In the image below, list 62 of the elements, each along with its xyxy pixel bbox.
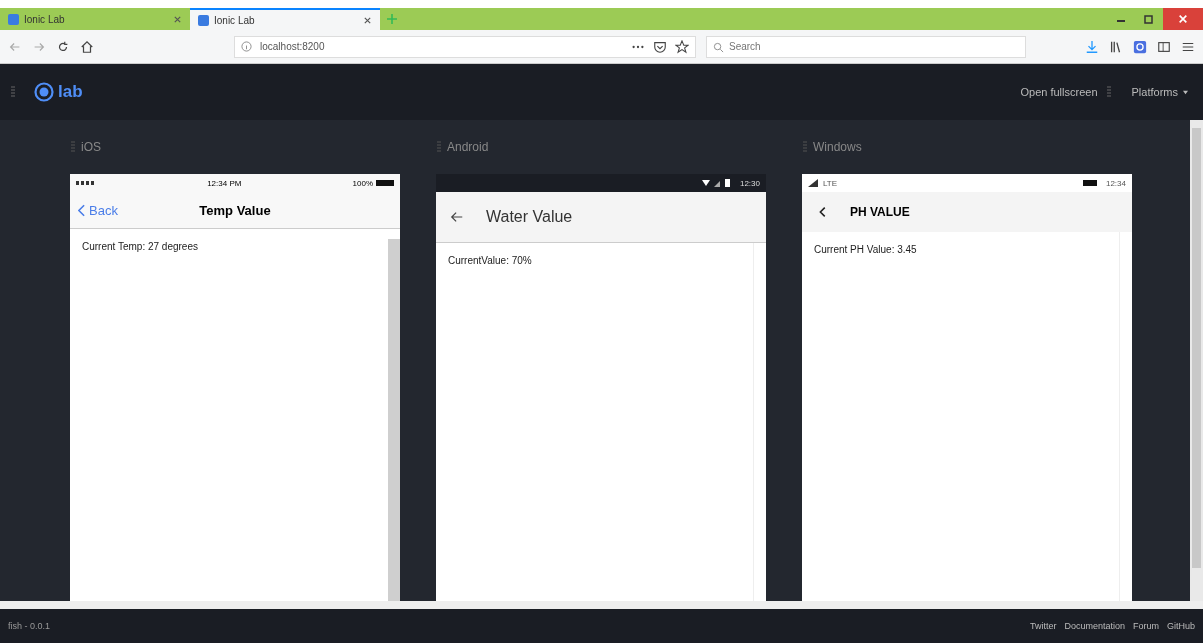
reload-icon[interactable] [56,39,70,54]
back-arrow-icon[interactable] [450,210,464,224]
signal-icon [808,179,818,187]
logo-text: lab [58,82,83,102]
content-text: Current Temp: 27 degrees [81,240,199,254]
restore-icon[interactable] [1143,13,1155,25]
page-title: PH VALUE [850,205,910,219]
status-time: 12:34 PM [207,178,242,188]
horizontal-scrollbar[interactable] [0,601,1203,609]
caret-icon[interactable] [1182,89,1189,95]
footer-link[interactable]: Forum [1132,621,1159,631]
info-icon[interactable] [241,41,252,52]
close-icon[interactable] [363,15,372,25]
status-time: 12:34 [1105,178,1126,188]
address-bar[interactable]: localhost:8200 [234,35,696,58]
star-icon[interactable] [675,39,689,54]
tab-title: Ionic Lab [24,13,66,25]
battery-icon [376,180,394,186]
signal-icon [76,181,96,185]
version-label: fish - 0.0.1 [8,621,51,631]
tab-title: Ionic Lab [214,14,256,26]
back-button[interactable]: Back [89,202,118,218]
grip-icon [802,141,808,153]
footer-link[interactable]: Twitter [1029,621,1057,631]
close-icon [1178,14,1188,24]
close-icon[interactable] [173,14,182,24]
browser-tab[interactable]: Ionic Lab [190,8,380,30]
grip-icon [70,141,76,153]
content-text: CurrentValue: 70% [447,254,533,268]
battery-level: 100% [352,178,373,188]
search-field[interactable]: Search [706,35,1026,58]
battery-icon [1082,180,1097,186]
close-button[interactable] [1163,8,1203,30]
grip-icon[interactable] [10,86,16,98]
platforms-menu[interactable]: Platforms [1131,86,1178,98]
sidebar-icon[interactable] [1157,39,1171,54]
grip-icon [1105,86,1112,98]
extension-icon[interactable] [1133,39,1147,54]
footer-link[interactable]: GitHub [1167,621,1195,631]
page-title: Temp Value [199,202,271,218]
app-icon [198,14,209,26]
platform-label: iOS [81,140,101,154]
platform-label: Android [447,140,489,154]
network-label: LTE [823,178,838,188]
grip-icon [436,141,442,153]
content-text: Current PH Value: 3.45 [813,243,918,257]
library-icon[interactable] [1109,39,1123,54]
search-icon [713,41,724,53]
pocket-icon[interactable] [653,39,667,54]
home-icon[interactable] [80,39,94,54]
footer-link[interactable]: Documentation [1064,621,1125,631]
download-icon[interactable] [1085,39,1099,54]
fullscreen-link[interactable]: Open fullscreen [1020,86,1098,98]
status-icons [701,178,732,188]
app-icon [8,13,19,25]
logo-icon [34,82,54,102]
status-time: 12:30 [739,178,760,188]
platform-label: Windows [813,140,862,154]
page-scrollbar[interactable] [1190,120,1203,601]
page-title: Water Value [486,208,573,226]
scrollbar[interactable] [388,239,400,601]
browser-tab[interactable]: Ionic Lab [0,8,190,30]
